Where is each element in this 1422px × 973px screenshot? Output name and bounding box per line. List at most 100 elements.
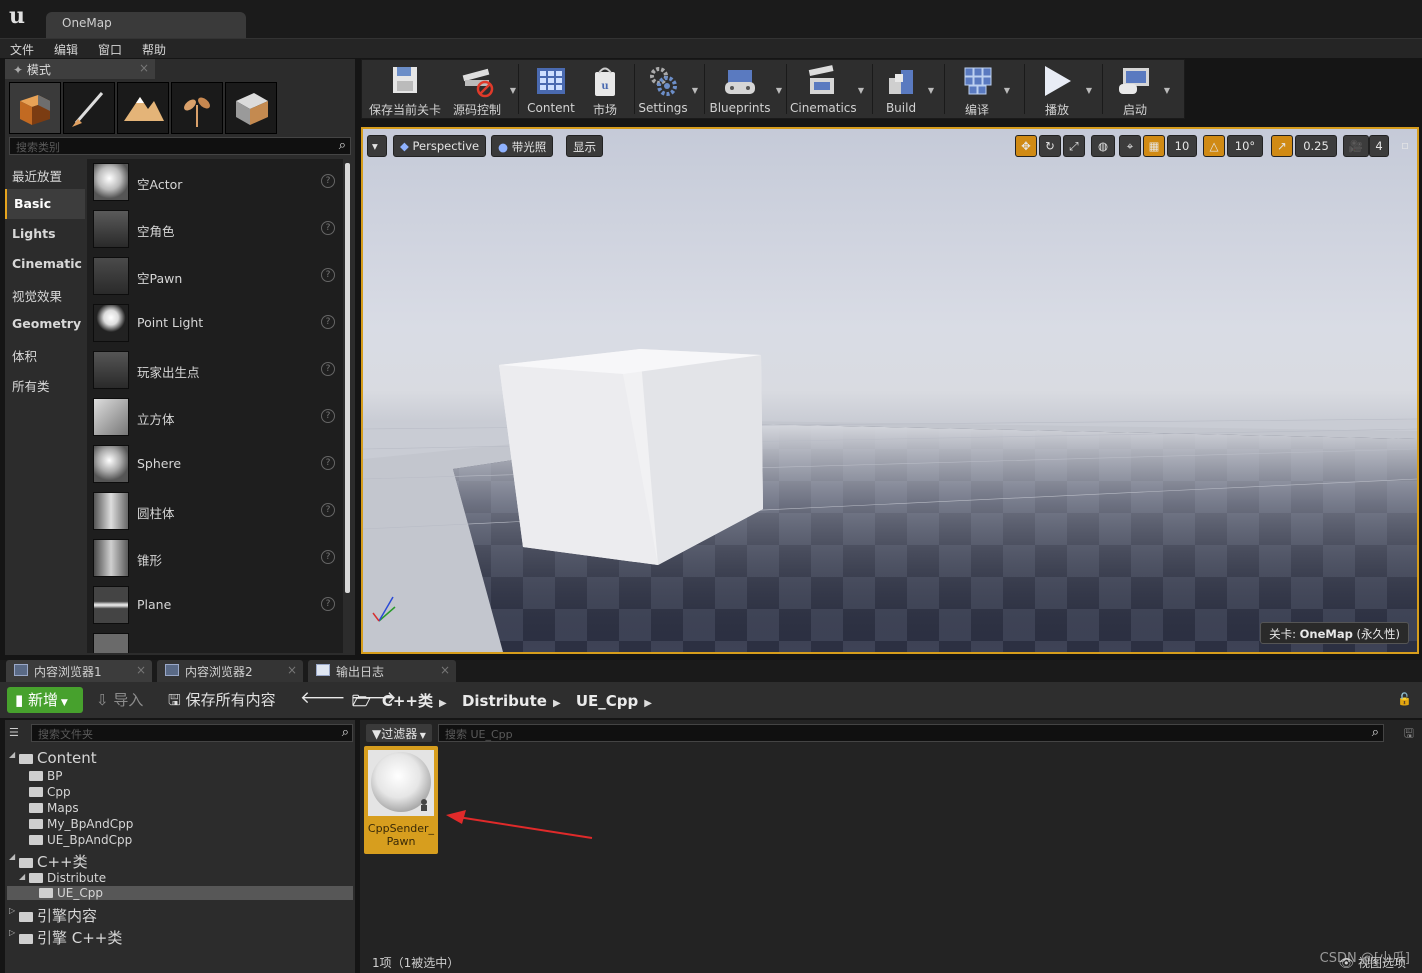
chevron-down-icon[interactable]: ▼ <box>1004 86 1010 95</box>
place-item-empty-pawn[interactable]: 空Pawn? <box>87 253 343 300</box>
tree-node-my-bpandcpp[interactable]: My_BpAndCpp <box>29 817 133 831</box>
placeable-list-scrollbar[interactable] <box>345 163 350 593</box>
surface-snap-icon[interactable]: ⌖ <box>1119 135 1141 157</box>
scale-snap-icon[interactable]: ↗ <box>1271 135 1293 157</box>
paint-mode-icon[interactable] <box>63 82 115 134</box>
category-lights[interactable]: Lights <box>5 219 85 249</box>
grid-snap-icon[interactable]: ▦ <box>1143 135 1165 157</box>
filter-button[interactable]: ▼过滤器 ▼ <box>366 724 432 742</box>
chevron-down-icon[interactable]: ▼ <box>1164 86 1170 95</box>
rotation-snap-icon[interactable]: △ <box>1203 135 1225 157</box>
rotate-tool-icon[interactable]: ↻ <box>1039 135 1061 157</box>
lock-icon[interactable]: 🔓 <box>1397 692 1412 706</box>
close-icon[interactable]: × <box>136 663 146 677</box>
help-icon[interactable]: ? <box>321 315 335 329</box>
asset-search-input[interactable]: 搜索 UE_Cpp ⌕ <box>438 724 1384 742</box>
help-icon[interactable]: ? <box>321 456 335 470</box>
rotation-snap-value[interactable]: 10° <box>1227 135 1263 157</box>
help-icon[interactable]: ? <box>321 362 335 376</box>
close-icon[interactable]: × <box>287 663 297 677</box>
maximize-viewport-icon[interactable]: ▫ <box>1397 135 1413 157</box>
save-all-button[interactable]: 🖫 保存所有内容 <box>168 689 276 715</box>
scale-snap-value[interactable]: 0.25 <box>1295 135 1337 157</box>
tree-node-distribute[interactable]: ◢ Distribute <box>19 871 106 885</box>
expanded-arrow-icon[interactable]: ◢ <box>9 750 15 759</box>
help-icon[interactable]: ? <box>321 221 335 235</box>
help-icon[interactable]: ? <box>321 503 335 517</box>
chevron-down-icon[interactable]: ▼ <box>776 86 782 95</box>
breadcrumb-separator-icon[interactable]: ▶ <box>553 698 561 709</box>
expanded-arrow-icon[interactable]: ◢ <box>9 852 15 861</box>
place-item-sphere[interactable]: Sphere? <box>87 441 343 488</box>
help-icon[interactable]: ? <box>321 174 335 188</box>
show-button[interactable]: 显示 <box>566 135 603 157</box>
chevron-down-icon[interactable]: ▼ <box>928 86 934 95</box>
back-arrow-icon[interactable]: 🡐 <box>300 688 346 708</box>
menu-edit[interactable]: 编辑 <box>44 39 88 60</box>
modes-tab[interactable]: ✦ 模式 × <box>5 59 155 79</box>
level-document-tab[interactable]: OneMap <box>46 12 246 38</box>
breadcrumb-ue-cpp[interactable]: UE_Cpp <box>576 692 638 710</box>
help-icon[interactable]: ? <box>321 268 335 282</box>
foliage-mode-icon[interactable] <box>171 82 223 134</box>
close-icon[interactable]: × <box>139 61 149 75</box>
source-control-button[interactable]: 源码控制 ▼ <box>448 60 516 118</box>
place-item-partial[interactable] <box>87 629 343 653</box>
category-volumes[interactable]: 体积 <box>5 339 85 369</box>
cinematics-button[interactable]: Cinematics ▼ <box>790 60 864 118</box>
place-item-cone[interactable]: 锥形? <box>87 535 343 582</box>
viewport-options-button[interactable]: ▾ <box>367 135 387 157</box>
place-item-empty-character[interactable]: 空角色? <box>87 206 343 253</box>
tree-node-engine-content[interactable]: ▷ 引擎内容 <box>9 905 97 926</box>
breadcrumb-separator-icon[interactable]: ▶ <box>439 698 447 709</box>
tab-output-log[interactable]: 输出日志 × <box>308 660 456 682</box>
category-all-classes[interactable]: 所有类 <box>5 369 85 399</box>
breadcrumb-distribute[interactable]: Distribute <box>462 692 547 710</box>
tree-node-cpp-classes[interactable]: ◢ C++类 <box>9 851 88 872</box>
category-basic[interactable]: Basic <box>5 189 85 219</box>
world-local-toggle-icon[interactable]: ◍ <box>1091 135 1115 157</box>
grid-snap-value[interactable]: 10 <box>1167 135 1197 157</box>
compile-button[interactable]: 编译 ▼ <box>954 60 1010 118</box>
category-search-input[interactable]: 搜索类别 ⌕ <box>9 137 351 155</box>
camera-speed-icon[interactable]: 🎥 <box>1343 135 1369 157</box>
tree-node-ue-cpp[interactable]: UE_Cpp <box>7 886 353 900</box>
category-cinematic[interactable]: Cinematic <box>5 249 85 279</box>
launch-button[interactable]: 启动 ▼ <box>1110 60 1170 118</box>
tree-node-engine-cpp[interactable]: ▷ 引擎 C++类 <box>9 927 122 948</box>
unreal-logo-icon[interactable]: u <box>4 3 30 29</box>
lit-mode-button[interactable]: ● 带光照 <box>491 135 554 157</box>
category-visual-effects[interactable]: 视觉效果 <box>5 279 85 309</box>
tree-node-content[interactable]: ◢ Content <box>9 749 97 767</box>
place-item-empty-actor[interactable]: 空Actor? <box>87 159 343 206</box>
chevron-down-icon[interactable]: ▼ <box>692 86 698 95</box>
chevron-down-icon[interactable]: ▼ <box>858 86 864 95</box>
tree-node-cpp[interactable]: Cpp <box>29 785 71 799</box>
camera-speed-value[interactable]: 4 <box>1369 135 1389 157</box>
landscape-mode-icon[interactable] <box>117 82 169 134</box>
collapsed-arrow-icon[interactable]: ▷ <box>9 928 15 937</box>
content-button[interactable]: Content <box>524 60 578 118</box>
place-item-point-light[interactable]: Point Light? <box>87 300 343 347</box>
import-button[interactable]: ⇩ 导入 <box>96 689 143 710</box>
place-item-plane[interactable]: Plane? <box>87 582 343 629</box>
expanded-arrow-icon[interactable]: ◢ <box>19 872 25 881</box>
blueprints-button[interactable]: Blueprints ▼ <box>708 60 782 118</box>
help-icon[interactable]: ? <box>321 597 335 611</box>
tab-content-browser-2[interactable]: 内容浏览器2 × <box>157 660 303 682</box>
build-button[interactable]: Build ▼ <box>878 60 934 118</box>
menu-file[interactable]: 文件 <box>0 39 44 60</box>
place-item-cylinder[interactable]: 圆柱体? <box>87 488 343 535</box>
collapsed-arrow-icon[interactable]: ▷ <box>9 906 15 915</box>
tree-node-bp[interactable]: BP <box>29 769 62 783</box>
settings-button[interactable]: Settings ▼ <box>638 60 698 118</box>
menu-window[interactable]: 窗口 <box>88 39 132 60</box>
place-item-player-start[interactable]: 玩家出生点? <box>87 347 343 394</box>
play-button[interactable]: 播放 ▼ <box>1032 60 1092 118</box>
translate-tool-icon[interactable]: ✥ <box>1015 135 1037 157</box>
breadcrumb-separator-icon[interactable]: ▶ <box>644 698 652 709</box>
tree-node-ue-bpandcpp[interactable]: UE_BpAndCpp <box>29 833 132 847</box>
marketplace-button[interactable]: u 市场 <box>584 60 626 118</box>
menu-help[interactable]: 帮助 <box>132 39 176 60</box>
tab-content-browser-1[interactable]: 内容浏览器1 × <box>6 660 152 682</box>
